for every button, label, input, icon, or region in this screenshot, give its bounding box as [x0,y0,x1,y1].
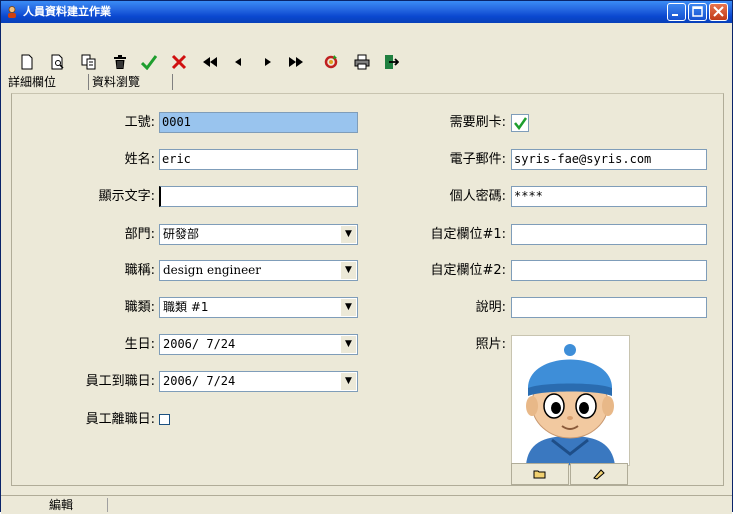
load-photo-button[interactable] [511,463,569,485]
avatar [512,336,629,465]
title-label: 職稱: [124,263,155,278]
tab-bar: 詳細欄位 資料瀏覽 [1,69,732,93]
birthday-label: 生日: [124,337,155,352]
status-bar: 編輯 [1,495,732,514]
emp-no-label: 工號: [124,115,155,130]
title-bar[interactable]: 人員資料建立作業 [1,1,732,23]
note-input[interactable] [511,297,707,318]
chevron-down-icon[interactable]: ▼ [341,299,356,316]
close-icon [713,6,724,17]
name-label: 姓名: [124,152,155,167]
chevron-down-icon[interactable]: ▼ [341,226,356,243]
join-date-value: 2006/ 7/24 [163,374,236,388]
leave-date-label: 員工離職日: [85,412,155,427]
title-value: design engineer [163,263,262,277]
new-icon [21,54,33,70]
category-select[interactable]: 職類 #1 ▼ [159,297,358,318]
toolbar [1,23,732,70]
copy-icon [81,54,96,70]
cancel-icon [171,54,187,70]
name-input[interactable]: eric [159,149,358,170]
status-divider [107,498,108,512]
dept-label: 部門: [124,227,155,242]
photo-label: 照片: [475,337,506,352]
need-card-label: 需要刷卡: [449,115,506,130]
print-icon [354,54,370,70]
confirm-icon [141,55,157,70]
person-icon [8,6,16,18]
custom2-label: 自定欄位#2: [430,263,506,278]
note-label: 說明: [475,300,506,315]
chevron-down-icon[interactable]: ▼ [341,262,356,279]
display-text-label: 顯示文字: [98,189,155,204]
last-icon [289,57,303,67]
clear-photo-button[interactable] [570,463,628,485]
join-date-label: 員工到職日: [85,374,155,389]
status-mode: 編輯 [49,498,74,512]
category-label: 職類: [124,300,155,315]
close-button[interactable] [709,3,728,21]
tab-browse[interactable]: 資料瀏覽 [89,72,143,92]
chevron-down-icon[interactable]: ▼ [341,336,356,353]
custom1-label: 自定欄位#1: [430,227,506,242]
prev-icon [235,58,241,66]
photo-frame[interactable] [511,335,630,466]
refresh-icon [324,55,338,69]
email-input[interactable]: syris-fae@syris.com [511,149,707,170]
tab-details[interactable]: 詳細欄位 [5,72,59,92]
custom2-input[interactable] [511,260,707,281]
need-card-checkbox[interactable] [511,114,529,132]
emp-no-input[interactable]: 0001 [159,112,358,133]
check-icon [514,117,528,131]
maximize-button[interactable] [688,3,707,21]
delete-icon [114,55,126,69]
tab-divider [172,74,173,90]
custom1-input[interactable] [511,224,707,245]
join-date-picker[interactable]: 2006/ 7/24 ▼ [159,371,358,392]
chevron-down-icon[interactable]: ▼ [341,373,356,390]
display-text-input[interactable] [159,186,358,207]
folder-open-icon [533,470,546,479]
birthday-value: 2006/ 7/24 [163,337,236,351]
title-select[interactable]: design engineer ▼ [159,260,358,281]
minimize-button[interactable] [667,3,686,21]
category-value: 職類 #1 [163,300,209,314]
minimize-icon [672,14,678,16]
exit-icon [385,55,399,69]
first-icon [203,57,217,67]
app-window: 人員資料建立作業 詳細欄位 資料瀏覽 工號: 0001 姓名: eric 顯示文… [0,0,733,514]
eraser-icon [593,469,605,480]
dept-value: 研發部 [163,227,200,241]
maximize-icon [692,6,703,17]
next-icon [265,58,271,66]
leave-date-checkbox[interactable] [159,414,170,425]
password-label: 個人密碼: [449,189,506,204]
email-label: 電子郵件: [449,152,506,167]
password-input[interactable]: **** [511,186,707,207]
dept-select[interactable]: 研發部 ▼ [159,224,358,245]
preview-icon [51,54,64,70]
birthday-picker[interactable]: 2006/ 7/24 ▼ [159,334,358,355]
window-title: 人員資料建立作業 [23,5,111,18]
